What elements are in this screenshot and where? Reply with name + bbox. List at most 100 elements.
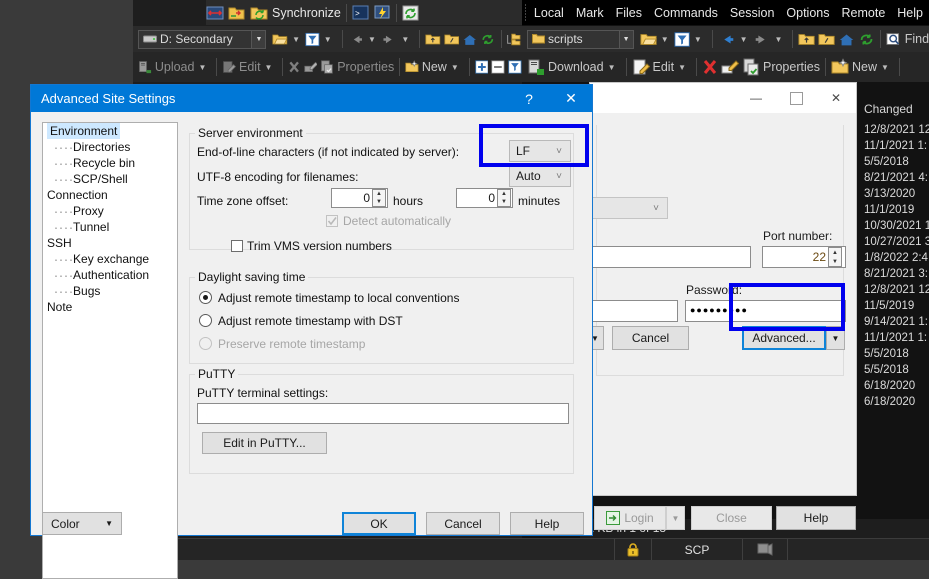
chevron-down-icon[interactable]: ▼ (368, 35, 376, 44)
chevron-down-icon[interactable]: ▼ (292, 35, 300, 44)
download-label[interactable]: Download (548, 60, 604, 74)
table-row[interactable]: 6/18/2020 (862, 378, 929, 394)
stepper-up-icon[interactable]: ▲ (373, 190, 385, 198)
chevron-down-icon[interactable]: ▼ (324, 35, 332, 44)
properties-label[interactable]: Properties (763, 60, 820, 74)
chevron-down-icon[interactable]: ▼ (775, 35, 783, 44)
remote-path-combo[interactable]: scripts ▼ (527, 29, 634, 49)
menu-local[interactable]: Local (528, 6, 570, 20)
properties-icon[interactable] (742, 58, 760, 76)
delete-icon[interactable] (702, 58, 718, 76)
table-row[interactable]: 1/8/2022 2:4 (862, 250, 929, 266)
properties-label[interactable]: Properties (337, 60, 394, 74)
maximize-icon[interactable] (776, 83, 816, 113)
table-row[interactable]: 12/8/2021 12 (862, 122, 929, 138)
parent-directory-icon[interactable] (798, 31, 815, 48)
stepper-down-icon[interactable]: ▼ (498, 198, 510, 206)
menu-bar[interactable]: Local Mark Files Commands Session Option… (522, 0, 929, 25)
close-icon[interactable]: ✕ (550, 85, 592, 112)
table-row[interactable]: 11/1/2021 1: (862, 330, 929, 346)
utf8-select[interactable]: Auto ˅ (509, 165, 571, 187)
menu-session[interactable]: Session (724, 6, 780, 20)
chevron-down-icon[interactable]: ▼ (618, 30, 633, 48)
unselect-icon[interactable] (491, 58, 505, 76)
chevron-down-icon[interactable]: ▼ (265, 63, 273, 72)
radio-adjust-dst[interactable] (199, 314, 212, 327)
edit-label[interactable]: Edit (653, 60, 675, 74)
color-button[interactable]: Color ▼ (42, 512, 122, 535)
properties-icon[interactable] (320, 58, 334, 76)
menu-options[interactable]: Options (780, 6, 835, 20)
home-directory-icon[interactable] (838, 31, 855, 48)
edit-icon[interactable] (222, 58, 236, 76)
filter-icon[interactable] (305, 31, 320, 48)
upload-icon[interactable] (138, 58, 152, 76)
home-directory-icon[interactable] (462, 31, 478, 48)
table-row[interactable]: 8/21/2021 4: (862, 170, 929, 186)
chevron-down-icon[interactable]: ▼ (661, 35, 669, 44)
column-header-changed[interactable]: Changed (862, 100, 929, 122)
putty-terminal-settings-field[interactable] (197, 403, 569, 424)
download-icon[interactable] (527, 58, 545, 76)
timezone-minutes-stepper[interactable]: ▲ ▼ (497, 189, 511, 207)
changed-column[interactable]: Changed 12/8/2021 12 11/1/2021 1: 5/5/2018… (862, 100, 929, 520)
chevron-down-icon[interactable]: ▼ (198, 63, 206, 72)
local-address-bar[interactable]: D: Secondary ▼ ▼ ▼ ▼ ▼ (133, 26, 522, 52)
synchronize-icon[interactable] (250, 4, 268, 22)
chevron-down-icon[interactable]: ▼ (694, 35, 702, 44)
table-row[interactable]: 11/1/2019 (862, 202, 929, 218)
compare-icon[interactable] (206, 4, 224, 22)
putty-terminal-icon[interactable] (374, 5, 391, 21)
minimize-icon[interactable]: — (736, 83, 776, 113)
rename-icon[interactable] (721, 58, 739, 76)
tree-item-note[interactable]: Note (43, 299, 177, 315)
back-icon[interactable] (718, 31, 736, 48)
tree-item-ssh[interactable]: SSH (43, 235, 177, 251)
invert-selection-icon[interactable] (508, 58, 522, 76)
user-name-field[interactable] (590, 300, 678, 322)
tree-item-proxy[interactable]: ····Proxy (43, 203, 177, 219)
synchronize-label[interactable]: Synchronize (272, 6, 341, 20)
parent-directory-icon[interactable] (425, 31, 441, 48)
chevron-down-icon[interactable]: ▼ (678, 63, 686, 72)
close-icon[interactable]: ✕ (816, 83, 856, 113)
help-icon[interactable]: ? (508, 85, 550, 112)
cancel-button[interactable]: Cancel (612, 326, 689, 350)
table-row[interactable]: 5/5/2018 (862, 154, 929, 170)
table-row[interactable]: 10/30/2021 1 (862, 218, 929, 234)
remote-address-bar[interactable]: scripts ▼ ▼ ▼ ▼ ▼ Find (522, 26, 929, 52)
open-directory-icon[interactable] (272, 31, 288, 48)
table-row[interactable]: 12/8/2021 12 (862, 282, 929, 298)
new-label[interactable]: New (422, 60, 447, 74)
table-row[interactable]: 5/5/2018 (862, 362, 929, 378)
stepper-up-icon[interactable]: ▲ (829, 248, 841, 257)
table-row[interactable]: 9/14/2021 1: (862, 314, 929, 330)
chevron-down-icon[interactable]: ▼ (608, 63, 616, 72)
menu-mark[interactable]: Mark (570, 6, 610, 20)
table-row[interactable]: 3/13/2020 (862, 186, 929, 202)
tree-item-authentication[interactable]: ····Authentication (43, 267, 177, 283)
delete-icon[interactable] (288, 58, 300, 76)
console-icon[interactable]: > (352, 5, 369, 21)
tree-item-scp-shell[interactable]: ····SCP/Shell (43, 171, 177, 187)
edit-label[interactable]: Edit (239, 60, 261, 74)
radio-adjust-local[interactable] (199, 291, 212, 304)
chevron-down-icon[interactable]: ▼ (451, 63, 459, 72)
menu-files[interactable]: Files (610, 6, 648, 20)
tree-item-environment[interactable]: Environment (43, 123, 177, 139)
close-button[interactable]: Close (691, 506, 772, 530)
edit-icon[interactable] (632, 58, 650, 76)
chevron-down-icon[interactable]: ▼ (251, 30, 266, 48)
table-row[interactable]: 11/1/2021 1: (862, 138, 929, 154)
synchronize-browsing-icon[interactable] (228, 4, 246, 22)
host-name-field[interactable] (590, 246, 751, 268)
upload-label[interactable]: Upload (155, 60, 195, 74)
find-label[interactable]: Find (905, 32, 929, 46)
table-row[interactable]: 5/5/2018 (862, 346, 929, 362)
tree-item-tunnel[interactable]: ····Tunnel (43, 219, 177, 235)
local-actions-toolbar[interactable]: Upload ▼ Edit ▼ Properties New ▼ (133, 52, 522, 82)
login-dropdown-button[interactable]: ▼ (666, 506, 685, 530)
new-label[interactable]: New (852, 60, 877, 74)
new-folder-icon[interactable] (831, 58, 849, 76)
port-number-stepper[interactable]: ▲ ▼ (828, 247, 842, 267)
